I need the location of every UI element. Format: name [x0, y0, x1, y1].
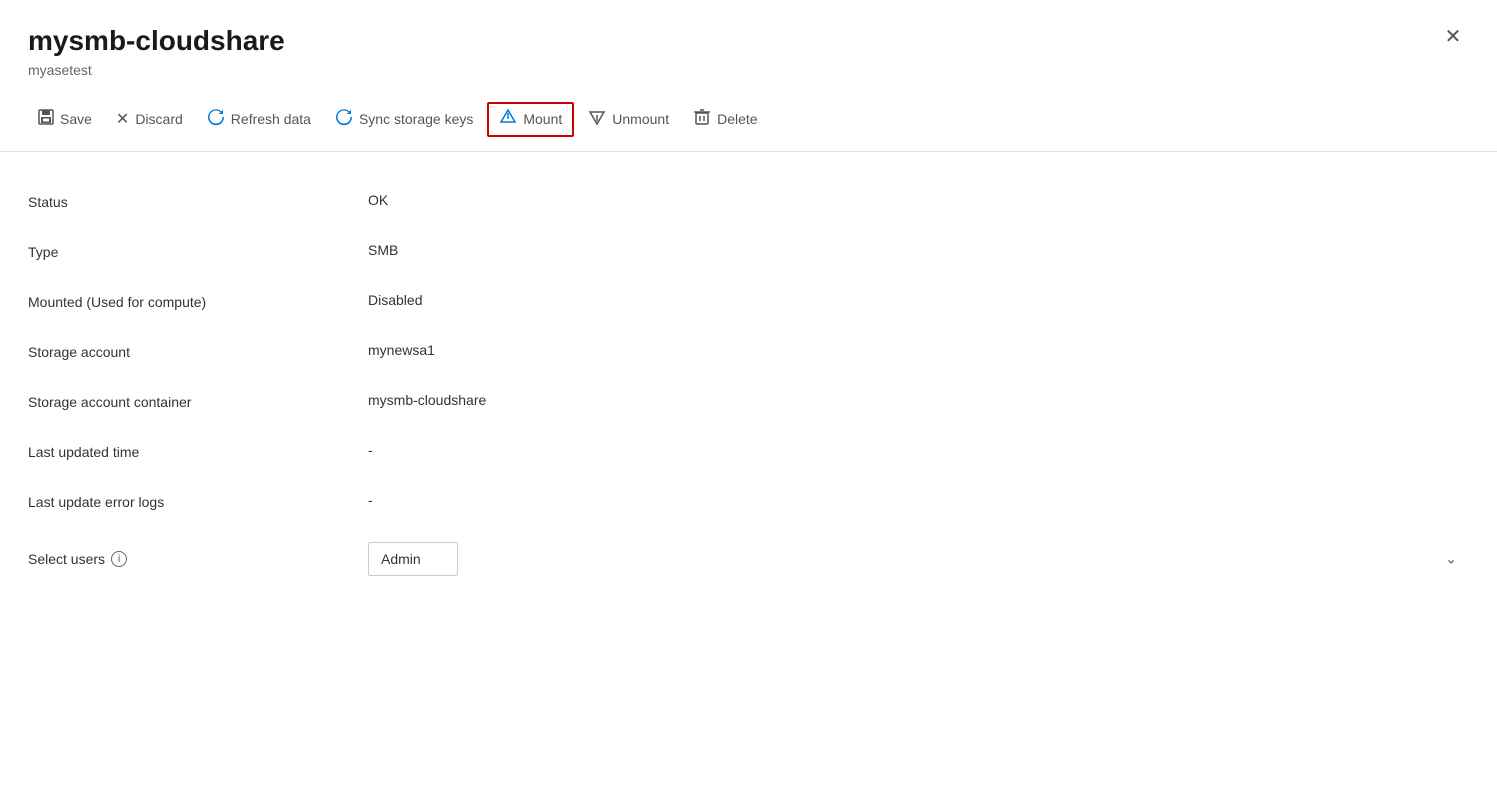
chevron-down-icon: ⌄: [1445, 550, 1457, 567]
panel-subtitle: myasetest: [28, 62, 1469, 78]
panel: mysmb-cloudshare myasetest ✕ Save ✕ Disc…: [0, 0, 1497, 808]
refresh-icon: [207, 108, 225, 131]
save-icon: [38, 109, 54, 130]
refresh-label: Refresh data: [231, 111, 311, 127]
mount-button[interactable]: Mount: [487, 102, 574, 137]
mount-label: Mount: [523, 111, 562, 127]
field-label-storage-account: Storage account: [28, 342, 368, 360]
field-value-type: SMB: [368, 242, 1469, 258]
content-area: Status OK Type SMB Mounted (Used for com…: [0, 152, 1497, 616]
field-value-last-updated: -: [368, 442, 1469, 458]
field-label-last-updated: Last updated time: [28, 442, 368, 460]
panel-header: mysmb-cloudshare myasetest: [0, 0, 1497, 78]
refresh-button[interactable]: Refresh data: [197, 102, 321, 137]
field-row-type: Type SMB: [28, 226, 1469, 276]
close-button[interactable]: ✕: [1437, 20, 1469, 52]
select-users-row: Select users i Admin ⌄: [28, 526, 1469, 592]
delete-label: Delete: [717, 111, 757, 127]
unmount-button[interactable]: Unmount: [578, 102, 679, 137]
discard-icon: ✕: [116, 109, 129, 129]
sync-icon: [335, 108, 353, 131]
delete-icon: [693, 108, 711, 131]
toolbar: Save ✕ Discard Refresh data Sync storage…: [0, 86, 1497, 152]
sync-button[interactable]: Sync storage keys: [325, 102, 483, 137]
select-users-label: Select users i: [28, 551, 368, 567]
delete-button[interactable]: Delete: [683, 102, 767, 137]
sync-label: Sync storage keys: [359, 111, 473, 127]
field-value-storage-container: mysmb-cloudshare: [368, 392, 1469, 408]
field-row-mounted: Mounted (Used for compute) Disabled: [28, 276, 1469, 326]
field-value-status: OK: [368, 192, 1469, 208]
unmount-icon: [588, 108, 606, 131]
field-value-mounted: Disabled: [368, 292, 1469, 308]
info-icon: i: [111, 551, 127, 567]
field-row-last-updated: Last updated time -: [28, 426, 1469, 476]
field-row-error-logs: Last update error logs -: [28, 476, 1469, 526]
field-label-type: Type: [28, 242, 368, 260]
select-users-dropdown[interactable]: Admin: [368, 542, 458, 576]
select-users-text: Select users: [28, 551, 105, 567]
field-label-error-logs: Last update error logs: [28, 492, 368, 510]
field-row-storage-container: Storage account container mysmb-cloudsha…: [28, 376, 1469, 426]
mount-icon: [499, 108, 517, 131]
panel-title: mysmb-cloudshare: [28, 24, 1469, 58]
save-button[interactable]: Save: [28, 103, 102, 136]
save-label: Save: [60, 111, 92, 127]
select-users-dropdown-wrapper: Admin ⌄: [368, 542, 1469, 576]
field-label-status: Status: [28, 192, 368, 210]
field-label-mounted: Mounted (Used for compute): [28, 292, 368, 310]
unmount-label: Unmount: [612, 111, 669, 127]
discard-label: Discard: [135, 111, 182, 127]
field-value-error-logs: -: [368, 492, 1469, 508]
close-icon: ✕: [1445, 24, 1462, 49]
field-label-storage-container: Storage account container: [28, 392, 368, 410]
field-row-status: Status OK: [28, 176, 1469, 226]
field-value-storage-account: mynewsa1: [368, 342, 1469, 358]
discard-button[interactable]: ✕ Discard: [106, 103, 193, 135]
field-row-storage-account: Storage account mynewsa1: [28, 326, 1469, 376]
